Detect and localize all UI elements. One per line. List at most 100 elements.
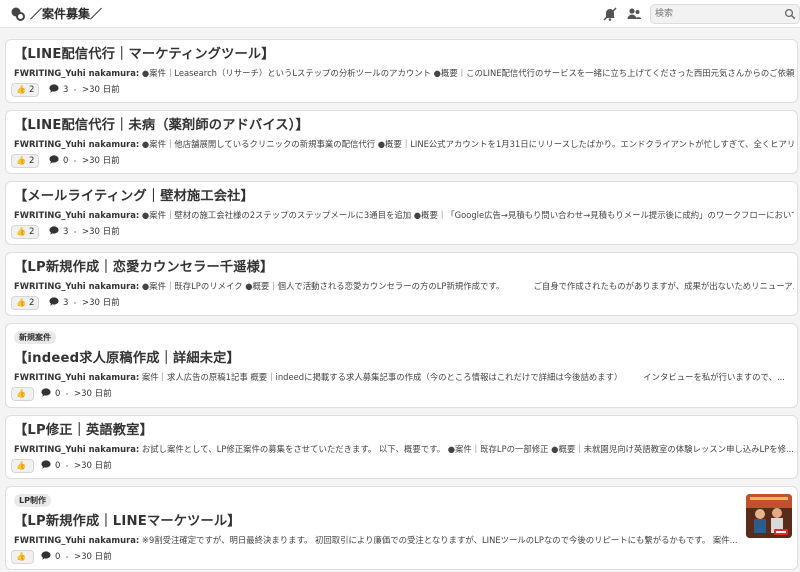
post-title[interactable]: 【indeed求人原稿作成｜詳細未定】 [14,350,240,368]
post-preview-text: ●案件｜既存LPのリメイク ●概要｜個人で活動される恋愛カウンセラーの方のLP新… [141,281,794,291]
post-card[interactable]: 新規案件 【indeed求人原稿作成｜詳細未定】 FWRITING_Yuhi n… [5,323,798,408]
post-title[interactable]: 【LINE配信代行｜未病（薬剤師のアドバイス）】 [14,117,309,135]
post-preview-text: お試し案件として、LP修正案件の募集をさせていただきます。 以下、概要です。 ●… [141,444,794,454]
forum-header: ／案件募集／ [0,0,800,28]
thumbs-up-icon: 👍 [16,389,26,398]
reaction-button[interactable]: 👍 2 [11,83,40,97]
post-tag-badge[interactable]: LP制作 [14,494,51,507]
speech-bubble-icon [49,297,59,306]
post-card[interactable]: 【LP修正｜英語教室】 FWRITING_Yuhi nakamura: お試し案… [5,415,798,479]
post-preview: FWRITING_Yuhi nakamura: 案件｜求人広告の原稿1記事 概要… [14,371,794,383]
thumbnail-graphic [746,494,792,538]
reply-count-text: 3 [63,227,69,237]
post-thumbnail-image[interactable] [746,494,792,538]
separator-dot [66,393,68,395]
reply-count-text: 0 [55,461,61,471]
post-preview: FWRITING_Yuhi nakamura: ●案件｜Leasearch（リサ… [14,67,794,79]
reaction-button[interactable]: 👍 [11,550,34,564]
post-author[interactable]: FWRITING_Yuhi nakamura: [14,444,139,454]
post-card[interactable]: 【LP新規作成｜恋愛カウンセラー千遥様】 FWRITING_Yuhi nakam… [5,252,798,316]
separator-dot [74,302,76,304]
reaction-button[interactable]: 👍 [11,387,34,401]
reaction-button[interactable]: 👍 2 [11,154,40,168]
thumbs-up-icon: 👍 [16,461,26,470]
post-author[interactable]: FWRITING_Yuhi nakamura: [14,281,139,291]
speech-bubble-icon [49,155,59,164]
post-timestamp: >30 日前 [74,389,112,399]
post-timestamp: >30 日前 [74,552,112,562]
post-preview-text: ●案件｜壁材の施工会社様の2ステップのステップメールに3通目を追加 ●概要｜「G… [141,210,794,220]
reply-count: 0 [41,387,60,401]
post-preview: FWRITING_Yuhi nakamura: ※9割受注確定ですが、明日最終決… [14,534,740,546]
speech-bubble-icon [41,388,51,397]
speech-bubble-icon [41,551,51,560]
post-timestamp: >30 日前 [82,156,120,166]
post-preview: FWRITING_Yuhi nakamura: ●案件｜既存LPのリメイク ●概… [14,280,794,292]
reply-count: 3 [49,296,68,310]
separator-dot [66,556,68,558]
post-author[interactable]: FWRITING_Yuhi nakamura: [14,210,139,220]
reaction-count: 2 [28,156,35,166]
post-title[interactable]: 【メールライティング｜壁材施工会社】 [14,188,254,206]
reply-count: 3 [49,83,68,97]
reaction-count: 2 [28,227,35,237]
mute-bell-icon[interactable] [602,6,618,22]
speech-bubble-icon [49,84,59,93]
post-card[interactable]: 【メールライティング｜壁材施工会社】 FWRITING_Yuhi nakamur… [5,181,798,245]
post-preview: FWRITING_Yuhi nakamura: ●案件｜壁材の施工会社様の2ステ… [14,209,794,221]
post-card[interactable]: 【LINE配信代行｜マーケティングツール】 FWRITING_Yuhi naka… [5,39,798,103]
members-icon[interactable] [626,6,642,22]
reaction-button[interactable]: 👍 2 [11,296,40,310]
thumbs-up-icon: 👍 [16,552,26,561]
search-input[interactable] [655,7,783,21]
post-title[interactable]: 【LP修正｜英語教室】 [14,422,153,440]
reply-count-text: 3 [63,85,69,95]
search-icon[interactable] [784,8,796,20]
reply-count-text: 0 [55,552,61,562]
post-preview: FWRITING_Yuhi nakamura: ●案件｜他店舗展開しているクリニ… [14,138,794,150]
post-timestamp: >30 日前 [82,227,120,237]
post-author[interactable]: FWRITING_Yuhi nakamura: [14,68,139,78]
separator-dot [74,160,76,162]
thumbs-up-icon: 👍 [16,298,26,307]
post-preview: FWRITING_Yuhi nakamura: お試し案件として、LP修正案件の… [14,443,794,455]
speech-bubble-icon [49,226,59,235]
reply-count: 0 [41,459,60,473]
thumbs-up-icon: 👍 [16,156,26,165]
separator-dot [74,231,76,233]
reaction-count: 2 [28,85,35,95]
post-timestamp: >30 日前 [82,85,120,95]
post-title[interactable]: 【LP新規作成｜恋愛カウンセラー千遥様】 [14,259,273,277]
reply-count-text: 0 [55,389,61,399]
post-card[interactable]: LP制作 【LP新規作成｜LINEマーケツール】 FWRITING_Yuhi n… [5,486,798,570]
post-timestamp: >30 日前 [74,461,112,471]
post-author[interactable]: FWRITING_Yuhi nakamura: [14,139,139,149]
reply-count: 0 [41,550,60,564]
reply-count: 3 [49,225,68,239]
post-preview-text: ●案件｜Leasearch（リサーチ）というLステップの分析ツールのアカウント … [141,68,794,78]
post-author[interactable]: FWRITING_Yuhi nakamura: [14,372,139,382]
channel-forum-icon [11,7,25,21]
post-preview-text: 案件｜求人広告の原稿1記事 概要｜indeedに掲載する求人募集記事の作成（今の… [141,372,785,382]
post-timestamp: >30 日前 [82,298,120,308]
post-preview-text: ●案件｜他店舗展開しているクリニックの新規事業の配信代行 ●概要｜LINE公式ア… [141,139,794,149]
reply-count: 0 [49,154,68,168]
thumbs-up-icon: 👍 [16,227,26,236]
post-card[interactable]: 【LINE配信代行｜未病（薬剤師のアドバイス）】 FWRITING_Yuhi n… [5,110,798,174]
speech-bubble-icon [41,460,51,469]
post-author[interactable]: FWRITING_Yuhi nakamura: [14,535,139,545]
channel-title: ／案件募集／ [30,7,103,21]
separator-dot [66,465,68,467]
reaction-button[interactable]: 👍 [11,459,34,473]
reaction-count: 2 [28,298,35,308]
post-preview-text: ※9割受注確定ですが、明日最終決まります。 初回取引により廉価での受注となります… [141,535,738,545]
reply-count-text: 3 [63,298,69,308]
post-tag-badge[interactable]: 新規案件 [14,331,56,344]
reaction-button[interactable]: 👍 2 [11,225,40,239]
post-title[interactable]: 【LP新規作成｜LINEマーケツール】 [14,513,241,531]
separator-dot [74,89,76,91]
search-box[interactable] [650,4,800,24]
thumbs-up-icon: 👍 [16,85,26,94]
post-title[interactable]: 【LINE配信代行｜マーケティングツール】 [14,46,275,64]
reply-count-text: 0 [63,156,69,166]
